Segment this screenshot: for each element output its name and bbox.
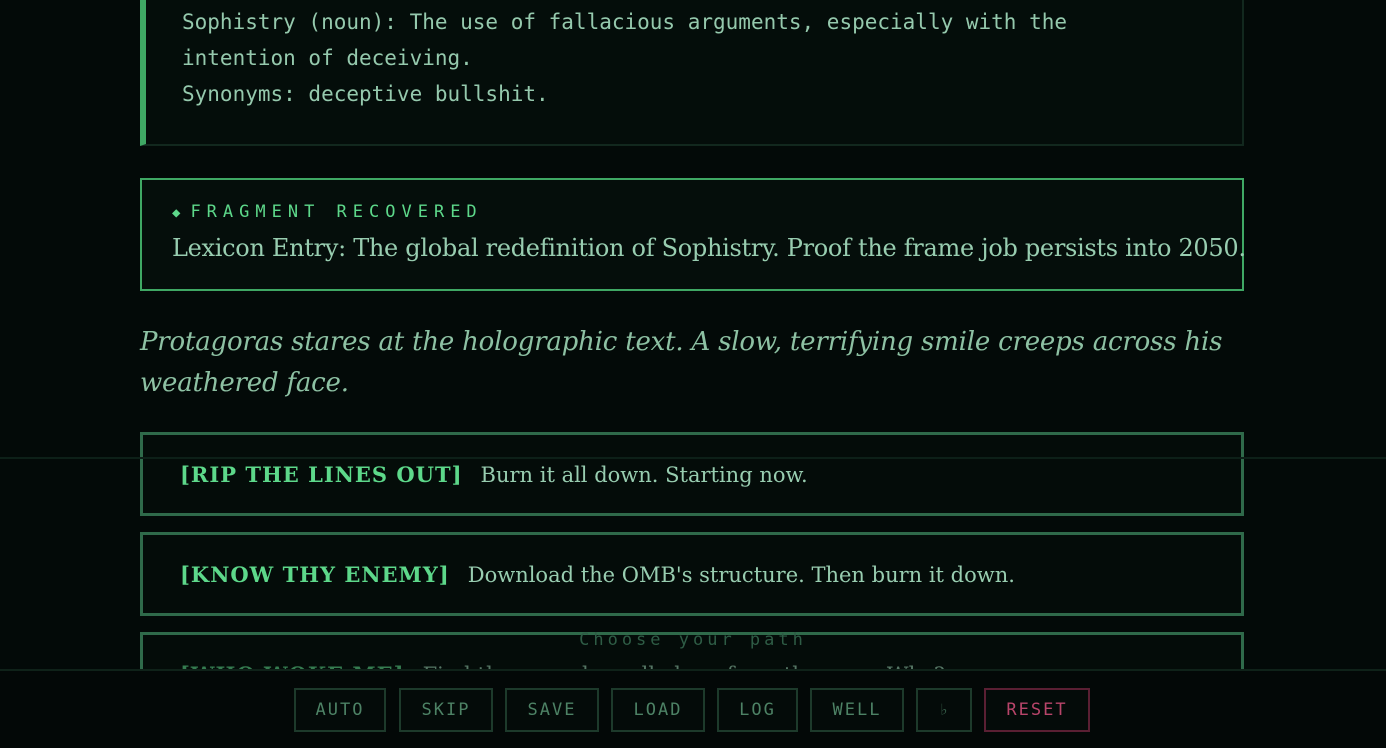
narration-text: Protagoras stares at the holographic tex… [140, 322, 1244, 404]
choice-description: Download the OMB's structure. Then burn … [467, 563, 1015, 587]
save-button[interactable]: SAVE [505, 688, 599, 732]
diamond-icon: ◆ [172, 205, 181, 221]
reset-button[interactable]: RESET [984, 688, 1090, 732]
narration-line-2: weathered face. [140, 368, 349, 398]
quote-line-2: intention of deceiving. [182, 46, 473, 70]
lexicon-quote-block: Sophistry (noun): The use of fallacious … [140, 0, 1244, 146]
choice-know-thy-enemy[interactable]: [KNOW THY ENEMY] Download the OMB's struc… [140, 532, 1244, 616]
choice-tag: [KNOW THY ENEMY] [180, 562, 450, 587]
fragment-recovered-card: ◆ FRAGMENT RECOVERED Lexicon Entry: The g… [140, 178, 1246, 291]
fragment-text: Lexicon Entry: The global redefinition o… [172, 234, 1246, 262]
skip-button[interactable]: SKIP [399, 688, 493, 732]
well-button[interactable]: WELL [810, 688, 904, 732]
flat-button[interactable]: ♭ [916, 688, 972, 732]
choice-rip-the-lines-out[interactable]: [RIP THE LINES OUT] Burn it all down. Sta… [140, 432, 1244, 516]
fragment-heading: ◆ FRAGMENT RECOVERED [172, 202, 483, 222]
auto-button[interactable]: AUTO [294, 688, 386, 732]
narration-line-1: Protagoras stares at the holographic tex… [140, 327, 1223, 357]
quote-line-1: Sophistry (noun): The use of fallacious … [182, 10, 1068, 34]
bottom-toolbar: AUTO SKIP SAVE LOAD LOG WELL ♭ RESET [0, 669, 1386, 748]
choice-description: Burn it all down. Starting now. [480, 463, 808, 487]
quote-line-3: Synonyms: deceptive bullshit. [182, 82, 549, 106]
fragment-heading-label: FRAGMENT RECOVERED [190, 202, 483, 222]
choose-path-prompt: Choose your path [579, 630, 807, 650]
scanline-divider [0, 457, 1386, 459]
choice-tag: [RIP THE LINES OUT] [180, 462, 463, 487]
log-button[interactable]: LOG [717, 688, 798, 732]
load-button[interactable]: LOAD [611, 688, 705, 732]
